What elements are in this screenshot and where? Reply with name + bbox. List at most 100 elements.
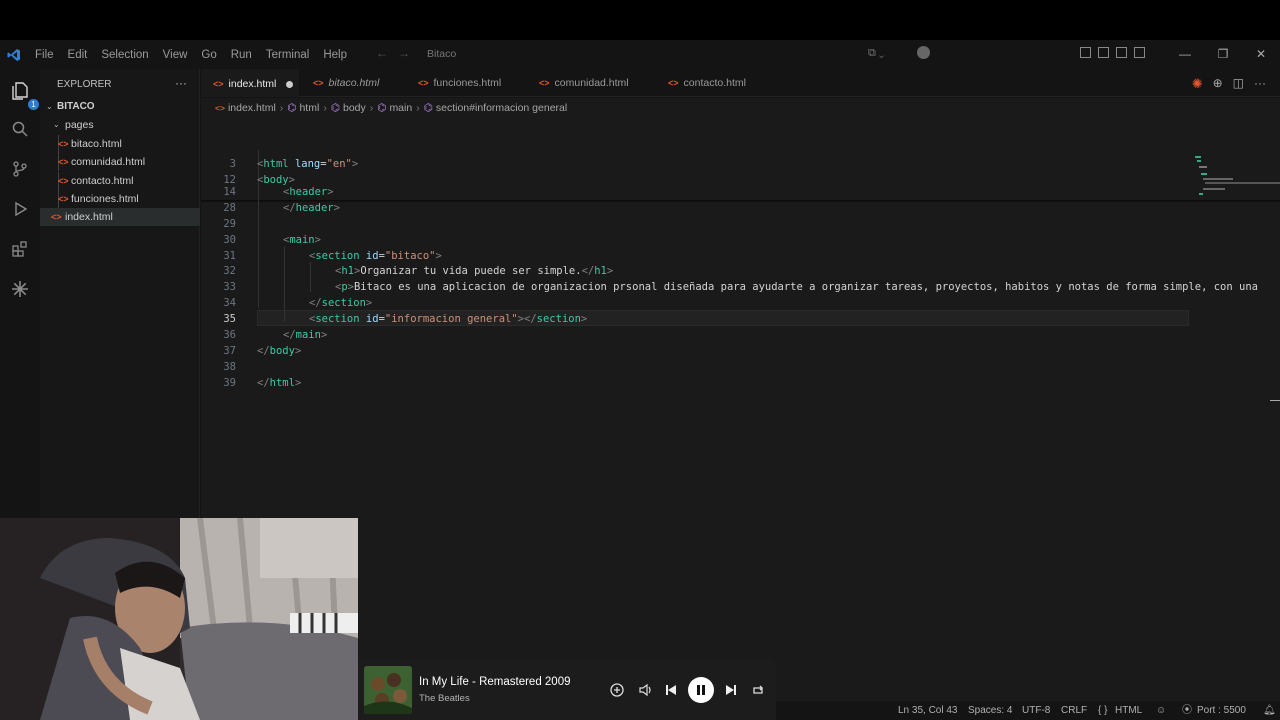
tab-index-html[interactable]: <> index.html <box>201 69 299 97</box>
layout-customize-icon[interactable] <box>1080 47 1091 58</box>
explorer-title: EXPLORER <box>57 79 112 90</box>
code-line[interactable]: <section id="bitaco"> <box>309 250 442 262</box>
element-icon: ⌬ <box>287 102 297 114</box>
menu-edit[interactable]: Edit <box>61 49 95 61</box>
notifications-icon[interactable]: 🔔︎ <box>1263 701 1276 720</box>
line-number: 29 <box>223 218 236 230</box>
code-line[interactable]: </header> <box>283 202 340 214</box>
copilot-status-icon[interactable]: ☺ <box>1156 701 1166 720</box>
line-number: 35 <box>223 313 236 325</box>
previous-track-icon[interactable] <box>660 679 682 701</box>
code-line[interactable]: </main> <box>283 329 327 341</box>
line-number: 12 <box>223 174 236 186</box>
forward-arrow-icon[interactable]: → <box>398 46 410 60</box>
menu-help[interactable]: Help <box>316 49 354 61</box>
copilot-icon[interactable]: ⧉ ⌄ <box>868 47 884 60</box>
code-line[interactable]: <section id="informacion general"></sect… <box>309 313 587 325</box>
code-line[interactable]: <body> <box>257 174 295 186</box>
menu-terminal[interactable]: Terminal <box>259 49 316 61</box>
breadcrumb-html[interactable]: html <box>299 102 319 114</box>
split-editor-icon[interactable]: ◫ <box>1233 76 1244 92</box>
explorer-icon[interactable]: 1 <box>8 79 39 110</box>
more-actions-icon[interactable]: ··· <box>1254 76 1266 92</box>
menu-run[interactable]: Run <box>224 49 259 61</box>
braces-icon: { } <box>1098 705 1108 716</box>
toggle-sidebar-icon[interactable] <box>1098 47 1109 58</box>
globe-icon[interactable]: ⊕ <box>1213 76 1223 92</box>
tab-funciones-html[interactable]: <> funciones.html <box>418 69 528 97</box>
pause-button[interactable] <box>688 677 714 703</box>
element-icon: ⌬ <box>423 102 433 114</box>
track-title: In My Life - Remastered 2009 <box>419 676 571 688</box>
folder-pages[interactable]: ⌄ pages <box>40 116 200 134</box>
code-line[interactable]: <p>Bitaco es una aplicacion de organizac… <box>335 281 1258 293</box>
pause-icon <box>697 685 705 695</box>
file-index-html[interactable]: <> index.html <box>40 208 200 226</box>
account-icon[interactable] <box>917 46 930 59</box>
cursor-position[interactable]: Ln 35, Col 43 <box>898 701 958 720</box>
line-ending[interactable]: CRLF <box>1061 701 1087 720</box>
breadcrumb-main[interactable]: main <box>389 102 412 114</box>
volume-icon[interactable] <box>634 679 656 701</box>
code-line[interactable]: </body> <box>257 345 301 357</box>
menu-file[interactable]: File <box>28 49 61 61</box>
code-editor[interactable]: 3 <html lang="en"> 12 <body> 14 <header> 28 </h… <box>201 118 1280 720</box>
code-line[interactable]: <header> <box>283 186 334 198</box>
html-file-icon: <> <box>539 78 550 88</box>
chevron-down-icon: ⌄ <box>53 120 60 129</box>
file-funciones-html[interactable]: <> funciones.html <box>40 190 200 208</box>
close-icon[interactable]: ✕ <box>1242 40 1280 69</box>
search-icon[interactable] <box>8 117 32 141</box>
title-bar: File Edit Selection View Go Run Terminal… <box>0 40 1280 69</box>
line-number: 30 <box>223 234 236 246</box>
minimize-icon[interactable]: — <box>1166 40 1204 69</box>
line-number: 28 <box>223 202 236 214</box>
command-center[interactable]: Bitaco <box>420 45 870 64</box>
tab-bitaco-html[interactable]: <> bitaco.html <box>313 69 423 97</box>
unsaved-dot-icon[interactable] <box>286 80 294 88</box>
line-number: 31 <box>223 250 236 262</box>
track-artist[interactable]: The Beatles <box>419 693 470 704</box>
source-control-icon[interactable] <box>8 157 32 181</box>
file-comunidad-html[interactable]: <> comunidad.html <box>40 153 200 171</box>
html-file-icon: <> <box>51 212 62 222</box>
element-icon: ⌬ <box>330 102 340 114</box>
folder-bitaco[interactable]: ⌄ BITACO <box>40 98 200 116</box>
toggle-panel-icon[interactable] <box>1116 47 1127 58</box>
add-icon[interactable] <box>606 679 628 701</box>
html-file-icon: <> <box>313 78 324 88</box>
minimap[interactable] <box>1191 118 1280 720</box>
more-actions-icon[interactable]: ··· <box>175 76 187 90</box>
code-line[interactable]: </html> <box>257 377 301 389</box>
tab-contacto-html[interactable]: <> contacto.html <box>668 69 778 97</box>
code-line[interactable]: <html lang="en"> <box>257 158 358 170</box>
menu-selection[interactable]: Selection <box>94 49 155 61</box>
breadcrumb-file[interactable]: index.html <box>228 102 276 114</box>
file-contacto-html[interactable]: <> contacto.html <box>40 172 200 190</box>
maximize-icon[interactable]: ❐ <box>1204 40 1242 69</box>
code-line[interactable]: <h1>Organizar tu vida puede ser simple.<… <box>335 265 613 277</box>
run-debug-icon[interactable] <box>8 197 32 221</box>
breadcrumb-body[interactable]: body <box>343 102 366 114</box>
live-server-port[interactable]: Port : 5500 <box>1197 701 1246 720</box>
code-line[interactable]: <main> <box>283 234 321 246</box>
file-bitaco-html[interactable]: <> bitaco.html <box>40 135 200 153</box>
repeat-icon[interactable] <box>747 679 769 701</box>
explorer-badge: 1 <box>28 99 39 110</box>
live-server-icon[interactable]: ✺ <box>1192 76 1203 92</box>
tab-comunidad-html[interactable]: <> comunidad.html <box>539 69 654 97</box>
language-mode[interactable]: HTML <box>1115 701 1142 720</box>
breadcrumb-section[interactable]: section#informacion general <box>436 102 567 114</box>
next-track-icon[interactable] <box>720 679 742 701</box>
live-share-icon[interactable] <box>8 277 32 301</box>
menu-go[interactable]: Go <box>194 49 223 61</box>
menu-view[interactable]: View <box>156 49 195 61</box>
encoding[interactable]: UTF-8 <box>1022 701 1050 720</box>
extensions-icon[interactable] <box>8 237 32 261</box>
indentation[interactable]: Spaces: 4 <box>968 701 1012 720</box>
toggle-secondary-sidebar-icon[interactable] <box>1134 47 1145 58</box>
menu-bar: File Edit Selection View Go Run Terminal… <box>28 40 354 69</box>
back-arrow-icon[interactable]: ← <box>376 46 388 60</box>
html-file-icon: <> <box>58 139 69 149</box>
code-line[interactable]: </section> <box>309 297 372 309</box>
